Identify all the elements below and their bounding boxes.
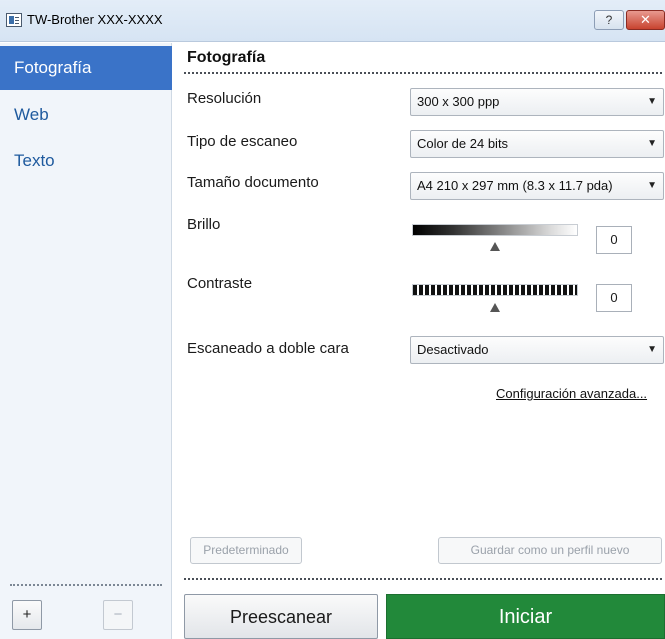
profile-sidebar: Fotografía Web Texto + − — [0, 43, 172, 639]
resolution-dropdown[interactable]: 300 x 300 ppp ▼ — [410, 88, 664, 116]
sidebar-item-web[interactable]: Web — [0, 93, 172, 137]
help-button[interactable]: ? — [594, 10, 624, 30]
brightness-slider[interactable] — [412, 224, 578, 236]
save-profile-button[interactable]: Guardar como un perfil nuevo — [438, 537, 662, 564]
doc-size-dropdown[interactable]: A4 210 x 297 mm (8.3 x 11.7 pda) ▼ — [410, 172, 664, 200]
resolution-value: 300 x 300 ppp — [417, 94, 500, 109]
triangle-down-icon: ▼ — [647, 138, 657, 149]
start-scan-button[interactable]: Iniciar — [386, 594, 665, 639]
remove-profile-button[interactable]: − — [103, 600, 133, 630]
resolution-label: Resolución — [187, 90, 262, 107]
scan-type-dropdown[interactable]: Color de 24 bits ▼ — [410, 130, 664, 158]
contrast-value-field[interactable]: 0 — [596, 284, 632, 312]
contrast-slider[interactable] — [412, 284, 578, 296]
section-title: Fotografía — [187, 49, 266, 66]
default-button[interactable]: Predeterminado — [190, 537, 302, 564]
duplex-value: Desactivado — [417, 342, 489, 357]
doc-size-label: Tamaño documento — [187, 174, 319, 191]
sidebar-item-texto[interactable]: Texto — [0, 139, 172, 183]
window-title: TW-Brother XXX-XXXX — [27, 12, 163, 27]
close-button[interactable]: ✕ — [626, 10, 665, 30]
window-icon — [6, 13, 22, 27]
brightness-value-field[interactable]: 0 — [596, 226, 632, 254]
scan-type-value: Color de 24 bits — [417, 136, 509, 151]
title-bar: TW-Brother XXX-XXXX ? ✕ — [0, 0, 665, 42]
prescan-button[interactable]: Preescanear — [184, 594, 378, 639]
doc-size-value: A4 210 x 297 mm (8.3 x 11.7 pda) — [417, 178, 613, 193]
triangle-down-icon: ▼ — [647, 344, 657, 355]
triangle-down-icon: ▼ — [647, 180, 657, 191]
brightness-label: Brillo — [187, 216, 221, 233]
add-profile-button[interactable]: + — [12, 600, 42, 630]
sidebar-divider — [10, 584, 162, 586]
scan-type-label: Tipo de escaneo — [187, 133, 298, 150]
section-divider — [184, 72, 662, 74]
triangle-down-icon: ▼ — [647, 96, 657, 107]
duplex-label: Escaneado a doble cara — [187, 340, 349, 357]
contrast-slider-thumb[interactable] — [490, 303, 500, 312]
sidebar-item-fotografia[interactable]: Fotografía — [0, 46, 172, 90]
bottom-divider — [184, 578, 662, 580]
brightness-slider-thumb[interactable] — [490, 242, 500, 251]
advanced-settings-link[interactable]: Configuración avanzada... — [496, 386, 647, 401]
contrast-label: Contraste — [187, 275, 253, 292]
duplex-dropdown[interactable]: Desactivado ▼ — [410, 336, 664, 364]
